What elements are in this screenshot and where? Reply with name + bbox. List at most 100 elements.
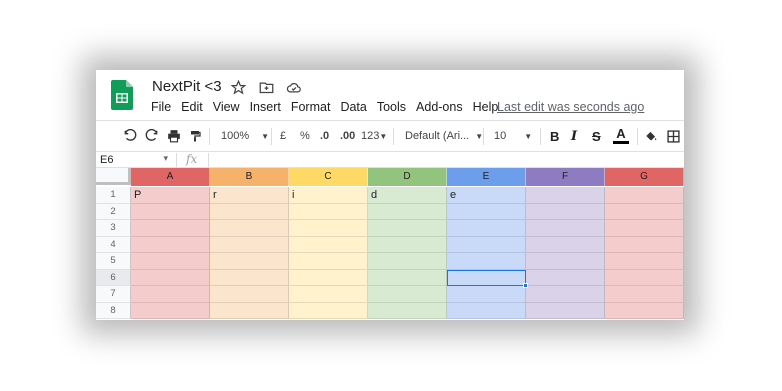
select-all-corner[interactable] bbox=[96, 168, 131, 185]
font-select[interactable]: Default (Ari... ▼ bbox=[405, 127, 483, 145]
menu-view[interactable]: View bbox=[213, 100, 240, 114]
fill-handle[interactable] bbox=[523, 283, 528, 288]
cell-g7[interactable] bbox=[605, 286, 684, 303]
bold-button[interactable]: B bbox=[550, 127, 559, 145]
cell-d1[interactable]: d bbox=[368, 187, 447, 204]
menu-help[interactable]: Help bbox=[473, 100, 499, 114]
column-header-e[interactable]: E bbox=[447, 168, 526, 186]
cell-c2[interactable] bbox=[289, 203, 368, 220]
cell-e1[interactable]: e bbox=[447, 187, 526, 204]
italic-button[interactable]: I bbox=[571, 127, 577, 145]
row-header-2[interactable]: 2 bbox=[96, 203, 131, 220]
cell-b7[interactable] bbox=[210, 286, 289, 303]
cell-d3[interactable] bbox=[368, 220, 447, 237]
undo-icon[interactable] bbox=[123, 127, 137, 145]
currency-button[interactable]: £ bbox=[280, 127, 286, 145]
row-header-3[interactable]: 3 bbox=[96, 220, 131, 237]
cell-a5[interactable] bbox=[131, 253, 210, 270]
cell-g5[interactable] bbox=[605, 253, 684, 270]
cell-b6[interactable] bbox=[210, 269, 289, 286]
document-title[interactable]: NextPit <3 bbox=[152, 78, 222, 95]
cell-d2[interactable] bbox=[368, 203, 447, 220]
menu-file[interactable]: File bbox=[151, 100, 171, 114]
menu-insert[interactable]: Insert bbox=[250, 100, 281, 114]
cell-a6[interactable] bbox=[131, 269, 210, 286]
row-header-7[interactable]: 7 bbox=[96, 286, 131, 303]
cell-b8[interactable] bbox=[210, 302, 289, 319]
cell-f2[interactable] bbox=[526, 203, 605, 220]
decrease-decimal-button[interactable]: .0 bbox=[320, 127, 329, 145]
cell-e3[interactable] bbox=[447, 220, 526, 237]
cell-d7[interactable] bbox=[368, 286, 447, 303]
column-header-a[interactable]: A bbox=[131, 168, 210, 186]
cell-a8[interactable] bbox=[131, 302, 210, 319]
cell-b1[interactable]: r bbox=[210, 187, 289, 204]
cell-c3[interactable] bbox=[289, 220, 368, 237]
cell-c6[interactable] bbox=[289, 269, 368, 286]
percent-button[interactable]: % bbox=[300, 127, 310, 145]
cell-a7[interactable] bbox=[131, 286, 210, 303]
cell-a4[interactable] bbox=[131, 236, 210, 253]
cell-c8[interactable] bbox=[289, 302, 368, 319]
text-color-button[interactable]: A bbox=[613, 127, 629, 147]
cell-f3[interactable] bbox=[526, 220, 605, 237]
column-header-g[interactable]: G bbox=[605, 168, 684, 186]
cell-b4[interactable] bbox=[210, 236, 289, 253]
cell-e7[interactable] bbox=[447, 286, 526, 303]
cell-f4[interactable] bbox=[526, 236, 605, 253]
cell-d4[interactable] bbox=[368, 236, 447, 253]
menu-edit[interactable]: Edit bbox=[181, 100, 203, 114]
fill-color-icon[interactable] bbox=[644, 127, 658, 145]
row-header-4[interactable]: 4 bbox=[96, 236, 131, 253]
cell-g8[interactable] bbox=[605, 302, 684, 319]
borders-icon[interactable] bbox=[667, 127, 680, 145]
strikethrough-button[interactable]: S bbox=[592, 127, 601, 145]
cell-c5[interactable] bbox=[289, 253, 368, 270]
row-header-1[interactable]: 1 bbox=[96, 187, 131, 204]
paint-format-icon[interactable] bbox=[189, 127, 201, 145]
cloud-status-icon[interactable] bbox=[285, 78, 303, 96]
column-header-d[interactable]: D bbox=[368, 168, 447, 186]
menu-tools[interactable]: Tools bbox=[377, 100, 406, 114]
print-icon[interactable] bbox=[167, 127, 181, 145]
cell-f5[interactable] bbox=[526, 253, 605, 270]
cell-c1[interactable]: i bbox=[289, 187, 368, 204]
cell-b3[interactable] bbox=[210, 220, 289, 237]
cell-d8[interactable] bbox=[368, 302, 447, 319]
cell-e8[interactable] bbox=[447, 302, 526, 319]
cell-e5[interactable] bbox=[447, 253, 526, 270]
column-header-b[interactable]: B bbox=[210, 168, 289, 186]
cell-b5[interactable] bbox=[210, 253, 289, 270]
cell-b2[interactable] bbox=[210, 203, 289, 220]
column-header-f[interactable]: F bbox=[526, 168, 605, 186]
last-edit-link[interactable]: Last edit was seconds ago bbox=[497, 100, 644, 114]
move-to-folder-icon[interactable] bbox=[257, 78, 275, 96]
menu-data[interactable]: Data bbox=[340, 100, 366, 114]
increase-decimal-button[interactable]: .00 bbox=[340, 127, 355, 145]
menu-format[interactable]: Format bbox=[291, 100, 331, 114]
cell-d6[interactable] bbox=[368, 269, 447, 286]
cell-e4[interactable] bbox=[447, 236, 526, 253]
cell-a1[interactable]: P bbox=[131, 187, 210, 204]
name-box[interactable]: E6 ▾ bbox=[100, 153, 170, 167]
cell-g4[interactable] bbox=[605, 236, 684, 253]
zoom-select[interactable]: 100% ▼ bbox=[221, 127, 269, 145]
star-icon[interactable] bbox=[229, 78, 247, 96]
font-size-select[interactable]: 10 ▼ bbox=[494, 127, 532, 145]
redo-icon[interactable] bbox=[145, 127, 159, 145]
cell-g6[interactable] bbox=[605, 269, 684, 286]
cell-a3[interactable] bbox=[131, 220, 210, 237]
row-header-8[interactable]: 8 bbox=[96, 302, 131, 319]
cell-e6[interactable] bbox=[447, 269, 526, 286]
more-formats-button[interactable]: 123 ▼ bbox=[361, 127, 387, 145]
cell-f7[interactable] bbox=[526, 286, 605, 303]
cell-f6[interactable] bbox=[526, 269, 605, 286]
cell-c7[interactable] bbox=[289, 286, 368, 303]
sheets-logo-icon[interactable] bbox=[111, 80, 133, 110]
column-header-c[interactable]: C bbox=[289, 168, 368, 186]
cell-f8[interactable] bbox=[526, 302, 605, 319]
cell-f1[interactable] bbox=[526, 187, 605, 204]
cell-g3[interactable] bbox=[605, 220, 684, 237]
cell-d5[interactable] bbox=[368, 253, 447, 270]
cell-g1[interactable] bbox=[605, 187, 684, 204]
